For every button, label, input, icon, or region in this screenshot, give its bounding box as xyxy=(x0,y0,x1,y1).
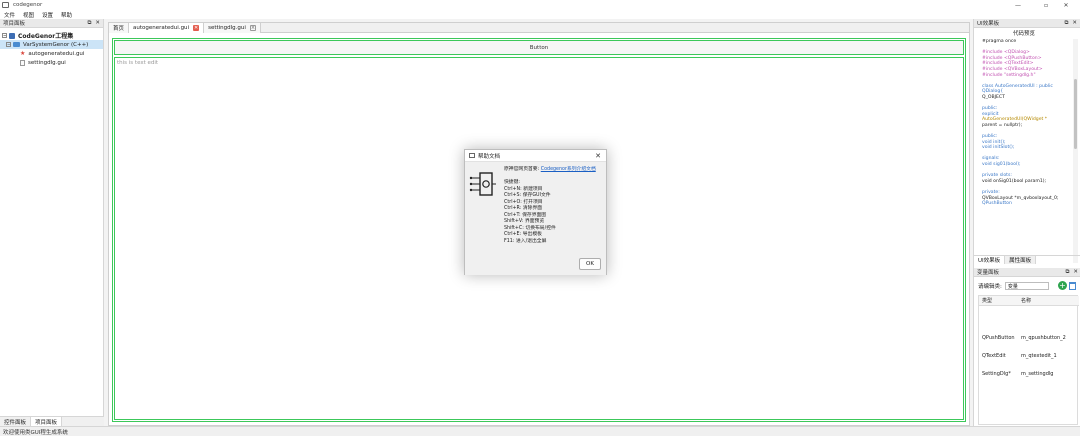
menu-help[interactable]: 帮助 xyxy=(61,11,72,19)
filter-value: 变量 xyxy=(1007,283,1018,290)
table-row[interactable]: QTextEdit m_qtextedit_1 xyxy=(979,351,1079,361)
docs-link[interactable]: Codegenor系列介绍文档 xyxy=(541,167,596,172)
close-button[interactable]: ✕ xyxy=(1052,0,1080,10)
code-line: QPushButton xyxy=(982,201,1012,207)
table-row[interactable]: QPushButton m_qpushbutton_2 xyxy=(979,333,1079,343)
cell-type: SettingDlg* xyxy=(982,371,1011,377)
float-icon[interactable]: ⧉ xyxy=(1065,269,1069,276)
folder-icon xyxy=(13,42,20,47)
tab-settingdlg-label: settingdlg.gui xyxy=(208,25,246,31)
help-dialog-text: 原神官网页首要: Codegenor系列介绍文档 快捷键: Ctrl+N: 新建… xyxy=(504,167,604,245)
document-tabs: 首页 autogeneratedui.gui ✕ settingdlg.gui … xyxy=(109,23,969,33)
project-tree: − CodeGenor工程集 − VarSystemGenor (C++) ★ … xyxy=(0,28,103,67)
ui-effect-panel-header: UI效果板 ⧉ ✕ xyxy=(974,19,1080,28)
variable-table: 类型 名称 QPushButton m_qpushbutton_2 QTextE… xyxy=(978,295,1079,425)
tree-item-file[interactable]: settingdlg.gui xyxy=(0,58,103,67)
right-tabs: UI效果板 属性面板 xyxy=(974,255,1080,264)
file-icon xyxy=(20,59,25,66)
help-dialog-titlebar: 帮助文档 ✕ xyxy=(465,150,606,162)
cell-type: QPushButton xyxy=(982,335,1015,341)
cell-type: QTextEdit xyxy=(982,353,1006,359)
panel-close-icon[interactable]: ✕ xyxy=(95,20,100,27)
close-icon[interactable]: × xyxy=(249,25,256,31)
ui-effect-panel-title: UI效果板 xyxy=(977,21,1000,27)
textedit-placeholder: this is text edit xyxy=(117,60,159,66)
variable-panel-header: 变量面板 ⧉ ✕ xyxy=(974,268,1080,277)
variable-panel-title: 变量面板 xyxy=(977,270,1000,276)
minimize-button[interactable]: — xyxy=(1004,0,1032,10)
code-scrollbar[interactable] xyxy=(1073,39,1078,263)
ui-effect-panel: UI效果板 ⧉ ✕ 代码预览 #pragma once #include <QD… xyxy=(973,19,1080,426)
scrollbar-thumb[interactable] xyxy=(1074,79,1077,149)
close-icon[interactable]: ✕ xyxy=(193,25,200,31)
left-bottom-tabs: 控件面板 项目面板 xyxy=(0,416,104,426)
code-preview-title: 代码预览 xyxy=(1012,31,1035,37)
cell-name: m_qpushbutton_2 xyxy=(1021,335,1066,341)
cell-name: m_settingdlg xyxy=(1021,371,1054,377)
tab-project-panel[interactable]: 项目面板 xyxy=(31,417,63,426)
collapse-icon[interactable]: − xyxy=(2,33,7,38)
menu-settings[interactable]: 设置 xyxy=(42,11,53,19)
trash-icon[interactable] xyxy=(1069,282,1076,290)
tree-item-project[interactable]: − VarSystemGenor (C++) xyxy=(0,40,103,49)
tree-item-file-label: autogeneratedui.gui xyxy=(28,50,85,57)
tree-root[interactable]: − CodeGenor工程集 xyxy=(0,31,103,40)
menu-view[interactable]: 视图 xyxy=(23,11,34,19)
project-panel: 项目面板 ⧉ ✕ − CodeGenor工程集 − VarSystemGenor… xyxy=(0,19,104,426)
shortcut-line: F11: 进入/退出全屏 xyxy=(504,238,547,244)
intro-line: 原神官网页首要: Codegenor系列介绍文档 xyxy=(504,167,604,174)
tab-properties[interactable]: 属性面板 xyxy=(1005,256,1037,264)
project-panel-header: 项目面板 ⧉ ✕ xyxy=(0,19,103,28)
status-text: 欢迎使用类GUI程生成系统 xyxy=(3,429,68,436)
variable-filter-row: 请编辑类: 变量 + xyxy=(978,281,1078,291)
panel-close-icon[interactable]: ✕ xyxy=(1072,20,1077,27)
panel-close-icon[interactable]: ✕ xyxy=(1073,269,1078,276)
cell-name: m_qtextedit_1 xyxy=(1021,353,1057,359)
status-bar: 欢迎使用类GUI程生成系统 xyxy=(0,426,1080,436)
dialog-app-icon xyxy=(469,153,475,158)
ok-button[interactable]: OK xyxy=(579,258,601,270)
table-header: 类型 名称 xyxy=(979,296,1079,306)
preview-button-label: Button xyxy=(529,44,549,51)
menu-bar: 文件 视图 设置 帮助 xyxy=(0,10,1080,19)
tab-widget-panel[interactable]: 控件面板 xyxy=(0,417,32,426)
app-icon xyxy=(2,2,9,8)
help-dialog-body: 原神官网页首要: Codegenor系列介绍文档 快捷键: Ctrl+N: 新建… xyxy=(465,162,606,275)
tree-root-label: CodeGenor工程集 xyxy=(18,33,74,40)
circuit-logo-icon xyxy=(469,172,496,196)
filter-select[interactable]: 变量 xyxy=(1004,282,1049,290)
collapse-icon[interactable]: − xyxy=(6,42,11,47)
project-panel-title: 项目面板 xyxy=(3,21,26,27)
filter-label: 请编辑类: xyxy=(978,284,1002,290)
book-icon xyxy=(9,32,15,39)
tab-autogeneratedui[interactable]: autogeneratedui.gui ✕ xyxy=(129,23,205,33)
tab-ui-effect[interactable]: UI效果板 xyxy=(974,256,1006,264)
menu-file[interactable]: 文件 xyxy=(4,11,15,19)
float-icon[interactable]: ⧉ xyxy=(1064,20,1068,27)
table-row[interactable]: SettingDlg* m_settingdlg xyxy=(979,369,1079,379)
tab-home-label: 首页 xyxy=(113,26,125,32)
tab-settingdlg[interactable]: settingdlg.gui × xyxy=(204,23,261,33)
star-icon: ★ xyxy=(20,50,26,57)
close-icon[interactable]: ✕ xyxy=(595,152,601,160)
help-dialog-title: 帮助文档 xyxy=(478,153,501,160)
help-dialog: 帮助文档 ✕ 原神官网页首要: Codegenor系列介绍文档 快捷键: Ctr… xyxy=(464,149,607,275)
tab-autogeneratedui-label: autogeneratedui.gui xyxy=(133,25,190,31)
tab-home[interactable]: 首页 xyxy=(109,23,130,33)
window-title: codegenor xyxy=(13,2,43,8)
preview-button[interactable]: Button xyxy=(114,40,964,55)
tree-item-file-label: settingdlg.gui xyxy=(28,59,66,66)
add-variable-icon[interactable]: + xyxy=(1058,281,1067,290)
title-bar: codegenor — ▫ ✕ xyxy=(0,0,1080,10)
tree-item-file[interactable]: ★ autogeneratedui.gui xyxy=(0,49,103,58)
tree-item-project-label: VarSystemGenor (C++) xyxy=(23,41,89,48)
code-preview[interactable]: #pragma once #include <QDialog> #include … xyxy=(982,39,1068,263)
float-icon[interactable]: ⧉ xyxy=(87,20,91,27)
column-header-name: 名称 xyxy=(1021,298,1032,304)
column-header-type: 类型 xyxy=(982,298,993,304)
intro-label: 原神官网页首要: xyxy=(504,167,540,172)
